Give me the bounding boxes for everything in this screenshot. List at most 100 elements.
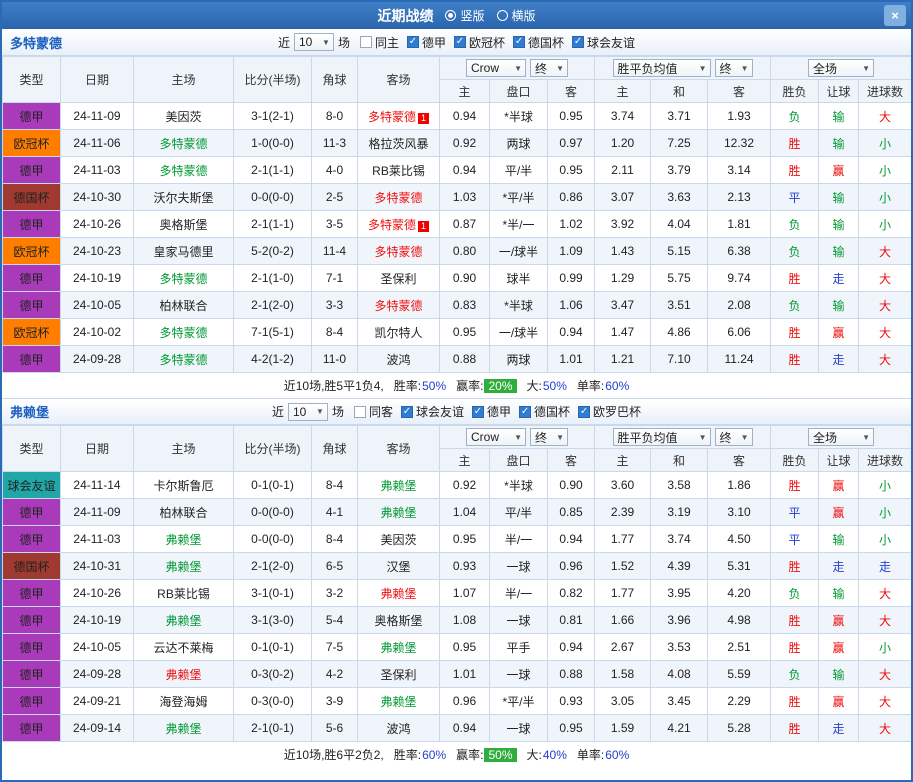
ah-away-odds: 0.94 <box>548 319 595 346</box>
odds-final-select[interactable]: 终▼ <box>715 59 753 77</box>
corner-score: 5-6 <box>312 715 358 742</box>
col-odds-home: 主 <box>595 80 651 103</box>
filter-bar: 近 10 ▼ 场 同主✓德甲✓欧冠杯✓德国杯✓球会友谊 <box>278 33 635 51</box>
odds-draw: 3.45 <box>651 688 708 715</box>
corner-score: 6-5 <box>312 553 358 580</box>
ah-home-odds: 0.92 <box>440 130 490 157</box>
summary-stat-label: 单率: <box>577 377 604 394</box>
competition-filter-checkboxes: 同主 ✓德甲 ✓欧冠杯 ✓德国杯 ✓球会友谊 <box>360 34 635 51</box>
result-wdl: 平 <box>771 499 819 526</box>
team-name: 多特蒙德 <box>374 191 422 205</box>
radio-vertical-layout[interactable]: 竖版 <box>445 7 484 24</box>
ah-final-select[interactable]: 终▼ <box>530 59 568 77</box>
radio-horizontal-layout[interactable]: 横版 <box>497 7 536 24</box>
corner-score: 3-2 <box>312 580 358 607</box>
panel-title: 近期战绩 <box>377 6 433 26</box>
filter-checkbox[interactable]: ✓欧罗巴杯 <box>578 403 641 420</box>
filter-checkbox[interactable]: ✓德国杯 <box>519 403 570 420</box>
close-button[interactable]: × <box>884 5 906 26</box>
team-name: 弗赖堡 <box>165 560 201 574</box>
odds-average-select[interactable]: 胜平负均值▼ <box>613 59 711 77</box>
home-team: 弗赖堡 <box>134 553 234 580</box>
summary-stat-value: 50% <box>543 379 567 393</box>
filter-checkbox[interactable]: ✓欧冠杯 <box>454 34 505 51</box>
filter-checkbox[interactable]: ✓球会友谊 <box>401 403 464 420</box>
ah-final-select-value: 终 <box>535 429 547 446</box>
result-wdl: 平 <box>771 184 819 211</box>
home-team: 海登海姆 <box>134 688 234 715</box>
col-away: 客场 <box>358 57 440 103</box>
result-goals: 大 <box>859 265 912 292</box>
team-name: 多特蒙德 <box>159 164 207 178</box>
match-row: 欧冠杯24-10-02多特蒙德7-1(5-1)8-4凯尔特人0.95一/球半0.… <box>3 319 912 346</box>
corner-score: 4-2 <box>312 661 358 688</box>
result-goals: 小 <box>859 634 912 661</box>
team-title: 弗赖堡 <box>10 402 49 421</box>
red-card-badge: 1 <box>418 221 429 232</box>
ah-line: 一球 <box>490 661 548 688</box>
match-row: 球会友谊24-11-14卡尔斯鲁厄0-1(0-1)8-4弗赖堡0.92*半球0.… <box>3 472 912 499</box>
odds-away: 5.28 <box>708 715 771 742</box>
filter-checkbox[interactable]: 同客 <box>354 403 393 420</box>
bookmaker-select[interactable]: Crow▼ <box>466 428 526 446</box>
match-count-select[interactable]: 10 ▼ <box>294 33 334 51</box>
odds-group-header: 胜平负均值▼ 终▼ <box>595 57 771 80</box>
result-goals: 大 <box>859 607 912 634</box>
team-name: 奥格斯堡 <box>159 218 207 232</box>
summary-stat-label: 赢率: <box>456 746 483 763</box>
league-badge: 欧冠杯 <box>3 130 61 157</box>
away-team: 波鸿 <box>358 715 440 742</box>
result-wdl: 负 <box>771 661 819 688</box>
odds-home: 3.05 <box>595 688 651 715</box>
full-match-select[interactable]: 全场▼ <box>808 428 874 446</box>
odds-group-header: 胜平负均值▼ 终▼ <box>595 426 771 449</box>
match-row: 德甲24-11-03多特蒙德2-1(1-1)4-0RB莱比锡0.94平/半0.9… <box>3 157 912 184</box>
bookmaker-select[interactable]: Crow▼ <box>466 59 526 77</box>
odds-home: 2.67 <box>595 634 651 661</box>
result-goals: 大 <box>859 103 912 130</box>
match-row: 德甲24-10-05柏林联合2-1(2-0)3-3多特蒙德0.83*半球1.06… <box>3 292 912 319</box>
away-team: 凯尔特人 <box>358 319 440 346</box>
odds-draw: 4.39 <box>651 553 708 580</box>
col-away: 客场 <box>358 426 440 472</box>
league-badge: 欧冠杯 <box>3 238 61 265</box>
odds-home: 3.92 <box>595 211 651 238</box>
ah-away-odds: 0.95 <box>548 715 595 742</box>
ah-away-odds: 1.02 <box>548 211 595 238</box>
ah-home-odds: 0.96 <box>440 688 490 715</box>
team-name: 弗赖堡 <box>380 641 416 655</box>
ah-home-odds: 0.95 <box>440 526 490 553</box>
odds-final-select-value: 终 <box>720 429 732 446</box>
home-team: 柏林联合 <box>134 499 234 526</box>
summary-stat-value: 60% <box>605 748 629 762</box>
match-count-select[interactable]: 10 ▼ <box>288 403 328 421</box>
odds-home: 1.43 <box>595 238 651 265</box>
match-date: 24-10-23 <box>61 238 134 265</box>
filter-checkbox[interactable]: ✓德甲 <box>407 34 446 51</box>
ah-away-odds: 1.01 <box>548 346 595 373</box>
odds-final-select[interactable]: 终▼ <box>715 428 753 446</box>
filter-checkbox[interactable]: ✓德甲 <box>472 403 511 420</box>
odds-away: 12.32 <box>708 130 771 157</box>
result-wdl: 胜 <box>771 688 819 715</box>
match-date: 24-11-09 <box>61 499 134 526</box>
result-handicap: 赢 <box>819 472 859 499</box>
filter-checkbox[interactable]: ✓球会友谊 <box>572 34 635 51</box>
ah-final-select[interactable]: 终▼ <box>530 428 568 446</box>
ah-line: 一球 <box>490 715 548 742</box>
result-handicap: 输 <box>819 184 859 211</box>
odds-home: 3.74 <box>595 103 651 130</box>
result-wdl: 胜 <box>771 346 819 373</box>
odds-home: 3.47 <box>595 292 651 319</box>
filter-checkbox[interactable]: 同主 <box>360 34 399 51</box>
summary-stat-label: 赢率: <box>456 377 483 394</box>
odds-average-select[interactable]: 胜平负均值▼ <box>613 428 711 446</box>
full-match-select[interactable]: 全场▼ <box>808 59 874 77</box>
filter-checkbox[interactable]: ✓德国杯 <box>513 34 564 51</box>
league-badge: 德甲 <box>3 607 61 634</box>
away-team: 多特蒙德1 <box>358 211 440 238</box>
odds-home: 1.77 <box>595 580 651 607</box>
corner-score: 8-4 <box>312 526 358 553</box>
odds-away: 6.38 <box>708 238 771 265</box>
team-name: 多特蒙德 <box>159 272 207 286</box>
